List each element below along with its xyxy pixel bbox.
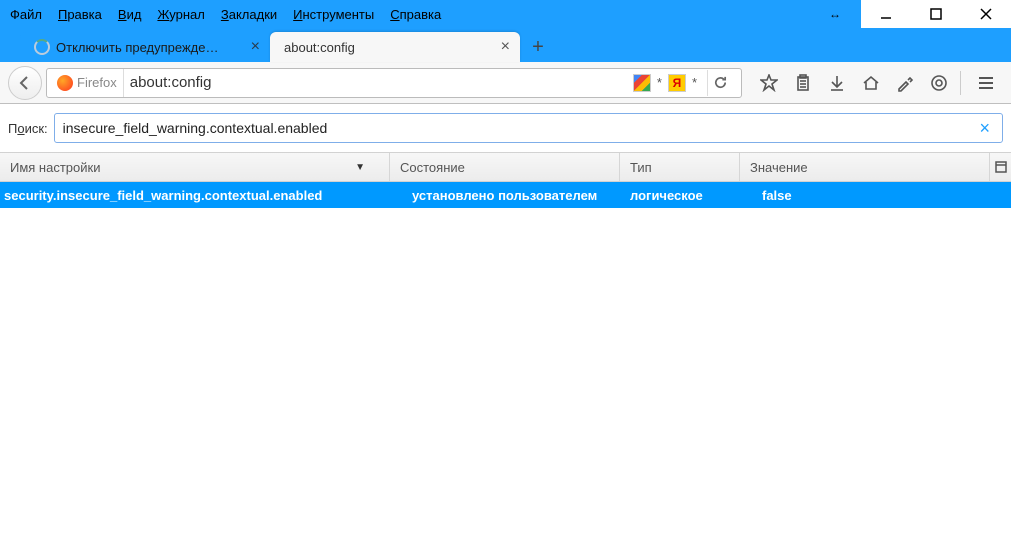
tab-close-button[interactable]: × bbox=[251, 38, 260, 56]
separator-star: * bbox=[657, 75, 662, 90]
menu-help[interactable]: Справка bbox=[390, 7, 441, 22]
brand-circle-button[interactable] bbox=[922, 68, 956, 98]
pref-name: security.insecure_field_warning.contextu… bbox=[0, 188, 390, 203]
eyedropper-button[interactable] bbox=[888, 68, 922, 98]
search-input[interactable] bbox=[63, 120, 976, 136]
search-label: Поиск: bbox=[8, 121, 48, 136]
sort-indicator-icon: ▼ bbox=[355, 162, 365, 173]
tab-strip: Отключить предупрежде… × about:config × … bbox=[0, 28, 1011, 62]
url-bar[interactable]: Firefox * Я * bbox=[46, 68, 742, 98]
window-close-button[interactable] bbox=[961, 0, 1011, 28]
restore-down-icon[interactable]: ↔ bbox=[829, 7, 841, 21]
google-search-icon[interactable] bbox=[633, 74, 651, 92]
menu-view[interactable]: Вид bbox=[118, 7, 142, 22]
identity-label: Firefox bbox=[77, 75, 117, 90]
columns-header: Имя настройки ▼ Состояние Тип Значение bbox=[0, 152, 1011, 182]
window-maximize-button[interactable] bbox=[911, 0, 961, 28]
menu-edit[interactable]: Правка bbox=[58, 7, 102, 22]
menu-tools[interactable]: Инструменты bbox=[293, 7, 374, 22]
tab-close-button[interactable]: × bbox=[501, 38, 510, 56]
aboutconfig-search-row: Поиск: × bbox=[0, 104, 1011, 152]
window-controls bbox=[861, 0, 1011, 28]
menu-file[interactable]: Файл bbox=[10, 7, 42, 22]
downloads-button[interactable] bbox=[820, 68, 854, 98]
clear-search-button[interactable]: × bbox=[975, 118, 994, 139]
clipboard-button[interactable] bbox=[786, 68, 820, 98]
column-header-type[interactable]: Тип bbox=[620, 153, 740, 181]
pref-state: установлено пользователем bbox=[390, 188, 620, 203]
app-menu-button[interactable] bbox=[969, 68, 1003, 98]
identity-box[interactable]: Firefox bbox=[51, 69, 124, 97]
window-minimize-button[interactable] bbox=[861, 0, 911, 28]
search-box[interactable]: × bbox=[54, 113, 1003, 143]
bookmark-star-button[interactable] bbox=[752, 68, 786, 98]
separator-star: * bbox=[692, 75, 697, 90]
home-button[interactable] bbox=[854, 68, 888, 98]
tab-label: about:config bbox=[284, 40, 493, 55]
menu-bookmarks[interactable]: Закладки bbox=[221, 7, 277, 22]
tab-1[interactable]: about:config × bbox=[270, 32, 520, 62]
urlbar-extras: * Я * bbox=[633, 70, 737, 96]
menu-bar: Файл Правка Вид Журнал Закладки Инструме… bbox=[0, 0, 1011, 28]
pref-type: логическое bbox=[620, 188, 740, 203]
loading-throbber-icon bbox=[34, 39, 50, 55]
firefox-icon bbox=[57, 75, 73, 91]
reload-button[interactable] bbox=[707, 70, 733, 96]
menu-history[interactable]: Журнал bbox=[157, 7, 204, 22]
url-input[interactable] bbox=[124, 74, 633, 91]
yandex-search-icon[interactable]: Я bbox=[668, 74, 686, 92]
tab-label: Отключить предупрежде… bbox=[56, 40, 243, 55]
back-button[interactable] bbox=[8, 66, 42, 100]
column-header-value[interactable]: Значение bbox=[740, 153, 989, 181]
column-header-name[interactable]: Имя настройки ▼ bbox=[0, 153, 390, 181]
new-tab-button[interactable]: + bbox=[524, 33, 552, 61]
column-picker-button[interactable] bbox=[989, 153, 1011, 181]
results-empty-area bbox=[0, 208, 1011, 491]
tab-0[interactable]: Отключить предупрежде… × bbox=[20, 32, 270, 62]
pref-row[interactable]: security.insecure_field_warning.contextu… bbox=[0, 182, 1011, 208]
separator bbox=[960, 71, 961, 95]
column-header-state[interactable]: Состояние bbox=[390, 153, 620, 181]
pref-value: false bbox=[740, 188, 1011, 203]
toolbar-icons bbox=[752, 68, 956, 98]
nav-toolbar: Firefox * Я * bbox=[0, 62, 1011, 104]
